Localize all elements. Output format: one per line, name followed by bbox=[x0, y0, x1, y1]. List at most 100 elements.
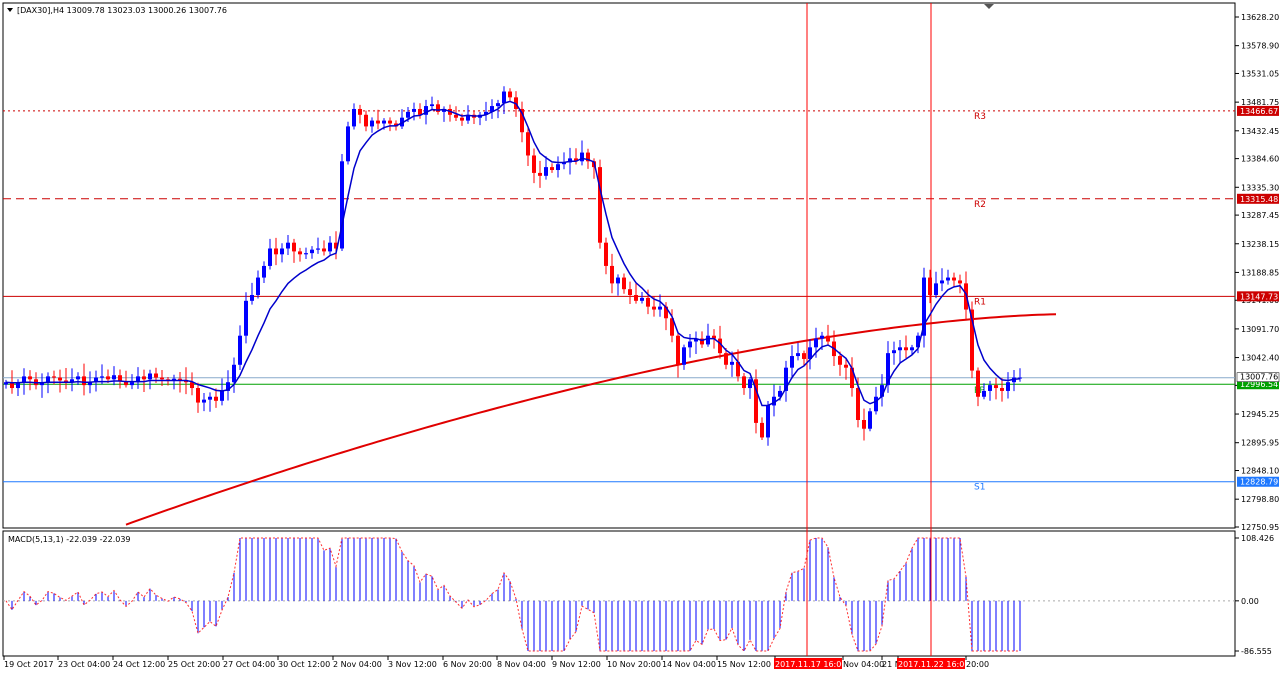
candle-body bbox=[538, 172, 542, 176]
price-tag-text: 13147.73 bbox=[1240, 292, 1278, 301]
chart-header: [DAX30],H4 13009.78 13023.03 13000.26 13… bbox=[17, 6, 227, 15]
y-tick-label: 13335.30 bbox=[1241, 183, 1279, 192]
y-tick-label: 13531.05 bbox=[1241, 69, 1279, 78]
candle-body bbox=[82, 376, 86, 386]
candle-body bbox=[802, 353, 806, 359]
y-tick-label: 13481.75 bbox=[1241, 98, 1279, 107]
candle-body bbox=[676, 335, 680, 365]
candle-body bbox=[1006, 382, 1010, 391]
candle-body bbox=[910, 347, 914, 351]
y-tick-label: 13091.70 bbox=[1241, 325, 1279, 334]
x-tick-label: Nov 04:00 bbox=[843, 660, 884, 669]
candle-body bbox=[976, 370, 980, 397]
candle-body bbox=[604, 242, 608, 266]
candle-body bbox=[934, 283, 938, 296]
candle-body bbox=[580, 152, 584, 162]
y-tick-label: 13578.90 bbox=[1241, 42, 1279, 51]
candle-body bbox=[208, 396, 212, 400]
y-tick-label: 12798.80 bbox=[1241, 495, 1279, 504]
level-name-r3: R3 bbox=[974, 112, 986, 122]
candle-body bbox=[268, 248, 272, 266]
candle-body bbox=[790, 356, 794, 368]
chart-canvas[interactable]: [DAX30],H4 13009.78 13023.03 13000.26 13… bbox=[0, 0, 1280, 676]
candle-body bbox=[958, 280, 962, 284]
y-tick-label: 12848.10 bbox=[1241, 467, 1279, 476]
x-tick-label: 23 Oct 04:00 bbox=[58, 660, 110, 669]
candle-body bbox=[370, 120, 374, 127]
candle-body bbox=[382, 120, 386, 124]
x-tick-label: 27 Oct 04:00 bbox=[223, 660, 275, 669]
candle-body bbox=[214, 396, 218, 401]
candle-body bbox=[322, 248, 326, 252]
x-tick-label: 9 Nov 12:00 bbox=[552, 660, 601, 669]
y-tick-label: 13287.45 bbox=[1241, 211, 1279, 220]
candle-body bbox=[160, 377, 164, 380]
macd-label: MACD(5,13,1) -22.039 -22.039 bbox=[8, 535, 131, 544]
candle-body bbox=[544, 167, 548, 176]
candle-body bbox=[634, 295, 638, 301]
x-tick-label: 3 Nov 12:00 bbox=[388, 660, 437, 669]
x-tick-label: 14 Nov 04:00 bbox=[662, 660, 716, 669]
y-tick-label: 13188.85 bbox=[1241, 268, 1279, 277]
candle-body bbox=[532, 155, 536, 173]
candle-body bbox=[610, 265, 614, 284]
candle-body bbox=[58, 377, 62, 381]
candle-body bbox=[202, 399, 206, 403]
candle-body bbox=[340, 161, 344, 249]
candle-body bbox=[130, 382, 134, 386]
candle-body bbox=[118, 375, 122, 382]
candle-body bbox=[406, 111, 410, 118]
x-tick-label: 15 Nov 12:00 bbox=[717, 660, 771, 669]
x-tick-label: 20:00 bbox=[966, 660, 989, 669]
candle-body bbox=[820, 335, 824, 339]
candle-body bbox=[742, 376, 746, 389]
candle-body bbox=[706, 335, 710, 345]
candle-body bbox=[280, 248, 284, 255]
candle-body bbox=[682, 347, 686, 365]
candle-body bbox=[178, 378, 182, 380]
x-tick-label: 25 Oct 20:00 bbox=[168, 660, 220, 669]
level-name-r2: R2 bbox=[974, 200, 986, 210]
candle-body bbox=[106, 376, 110, 380]
candle-body bbox=[688, 341, 692, 348]
candle-body bbox=[232, 364, 236, 383]
candle-body bbox=[358, 108, 362, 115]
candle-body bbox=[724, 353, 728, 365]
candle-body bbox=[982, 390, 986, 397]
candle-body bbox=[892, 350, 896, 354]
candle-body bbox=[874, 396, 878, 412]
candle-body bbox=[598, 167, 602, 243]
candle-body bbox=[100, 376, 104, 378]
candle-body bbox=[52, 376, 56, 378]
candle-body bbox=[388, 120, 392, 124]
price-tag-text: 13315.48 bbox=[1240, 195, 1278, 204]
candle-body bbox=[454, 114, 458, 118]
candle-body bbox=[838, 356, 842, 365]
candle-body bbox=[46, 376, 50, 383]
x-tick-label: 2017.11.22 16:00 bbox=[898, 660, 969, 669]
x-tick-label: 2017.11.17 16:00 bbox=[775, 660, 846, 669]
candle-body bbox=[286, 242, 290, 249]
candle-body bbox=[76, 376, 80, 380]
candle-body bbox=[796, 353, 800, 357]
candle-body bbox=[856, 388, 860, 421]
price-tag-text: 12828.79 bbox=[1240, 478, 1278, 487]
candle-body bbox=[904, 347, 908, 351]
candle-body bbox=[748, 379, 752, 389]
candle-body bbox=[22, 376, 26, 383]
candle-body bbox=[550, 167, 554, 171]
candle-body bbox=[412, 108, 416, 112]
y-tick-label: 12750.95 bbox=[1241, 523, 1279, 532]
candle-body bbox=[496, 103, 500, 107]
candle-body bbox=[994, 385, 998, 389]
macd-tick-label: 108.426 bbox=[1241, 534, 1274, 543]
y-tick-label: 13042.40 bbox=[1241, 354, 1279, 363]
candle-body bbox=[658, 306, 662, 310]
candle-body bbox=[652, 306, 656, 310]
candle-body bbox=[346, 126, 350, 162]
candle-body bbox=[250, 295, 254, 301]
candle-body bbox=[328, 242, 332, 252]
candle-body bbox=[1000, 388, 1004, 391]
x-tick-label: 8 Nov 04:00 bbox=[497, 660, 546, 669]
macd-tick-label: 0.00 bbox=[1241, 597, 1259, 606]
